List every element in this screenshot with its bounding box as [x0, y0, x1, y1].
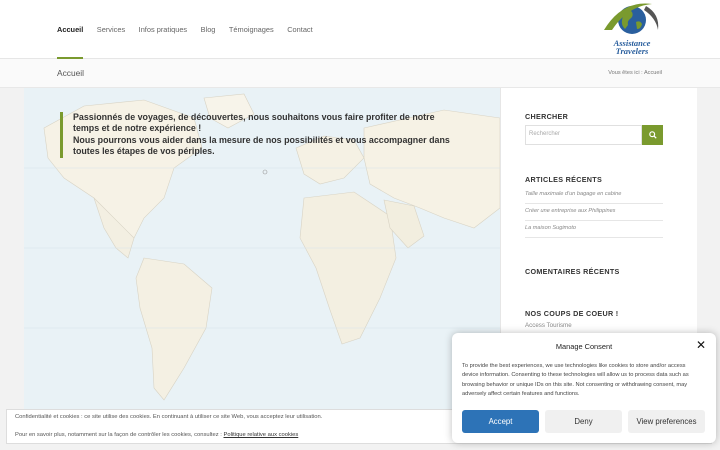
breadcrumb: Vous êtes ici : Accueil: [608, 70, 662, 76]
consent-dialog: Manage Consent ✕ To provide the best exp…: [452, 333, 716, 443]
logo-text[interactable]: Assistance Travelers: [602, 39, 662, 56]
intro-paragraph-1: Passionnés de voyages, de découvertes, n…: [73, 112, 435, 134]
close-icon[interactable]: ✕: [696, 339, 706, 351]
deny-button[interactable]: Deny: [545, 410, 622, 433]
nav-item-temoignages[interactable]: Témoignages: [229, 0, 274, 59]
cookie-notice-text: Confidentialité et cookies : ce site uti…: [15, 414, 323, 420]
main-content: Passionnés de voyages, de découvertes, n…: [24, 88, 500, 410]
search-button[interactable]: [642, 125, 663, 145]
recent-article-link[interactable]: La maison Sugimoto: [525, 225, 663, 238]
nav-item-services[interactable]: Services: [97, 0, 125, 59]
page-title-bar: Accueil Vous êtes ici : Accueil: [0, 59, 720, 88]
search-heading: CHERCHER: [525, 112, 569, 121]
logo-line-2: Travelers: [615, 46, 649, 56]
breadcrumb-current[interactable]: Accueil: [644, 70, 662, 76]
consent-description: To provide the best experiences, we use …: [462, 363, 689, 398]
recent-articles-heading: ARTICLES RÉCENTS: [525, 175, 603, 184]
main-nav: Accueil Services Infos pratiques Blog Té…: [57, 0, 326, 59]
search-icon: [648, 131, 657, 139]
recent-article-link[interactable]: Taille maximale d'un bagage en cabine: [525, 191, 663, 204]
nav-item-accueil[interactable]: Accueil: [57, 0, 84, 59]
intro-paragraph-2: Nous pourrons vous aider dans la mesure …: [73, 134, 450, 157]
breadcrumb-prefix: Vous êtes ici :: [608, 70, 643, 76]
cookie-notice-more-text: Pour en savoir plus, notamment sur la fa…: [15, 432, 222, 438]
search-input[interactable]: Rechercher: [525, 125, 642, 145]
accept-button[interactable]: Accept: [462, 410, 539, 433]
cookie-policy-link[interactable]: Politique relative aux cookies: [224, 432, 299, 438]
nav-item-infos-pratiques[interactable]: Infos pratiques: [139, 0, 187, 59]
page-title: Accueil: [57, 68, 84, 78]
consent-title: Manage Consent: [555, 342, 613, 351]
cookie-notice-more: Pour en savoir plus, notamment sur la fa…: [15, 432, 298, 438]
site-header: Accueil Services Infos pratiques Blog Té…: [0, 0, 720, 59]
favorites-heading: NOS COUPS DE COEUR !: [525, 309, 619, 318]
nav-item-blog[interactable]: Blog: [201, 0, 216, 59]
search-placeholder: Rechercher: [529, 131, 561, 137]
recent-article-link[interactable]: Créer une entreprise aux Philippines: [525, 208, 663, 221]
view-preferences-button[interactable]: View preferences: [628, 410, 705, 433]
recent-comments-heading: COMENTAIRES RÉCENTS: [525, 267, 620, 276]
intro-quote: Passionnés de voyages, de découvertes, n…: [60, 112, 460, 158]
nav-item-contact[interactable]: Contact: [287, 0, 312, 59]
